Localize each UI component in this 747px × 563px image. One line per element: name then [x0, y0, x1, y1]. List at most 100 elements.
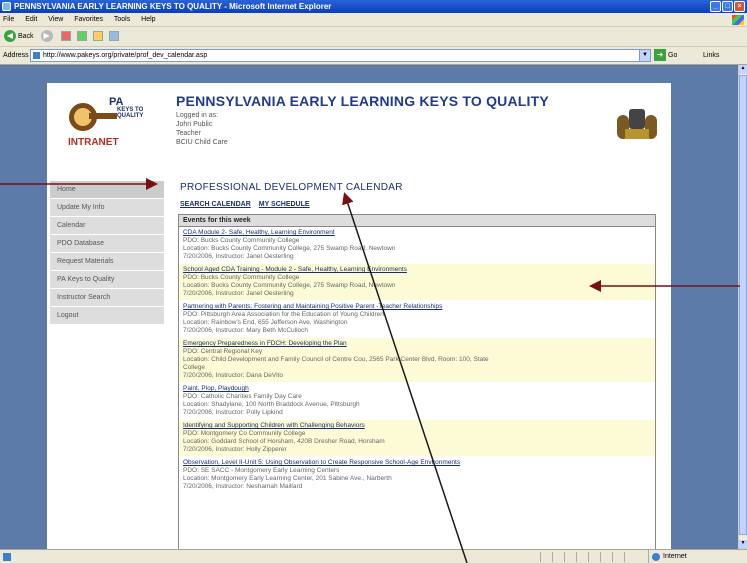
- ie-icon: [2, 2, 11, 11]
- sidebar-item-update-my-info[interactable]: Update My Info: [50, 199, 164, 217]
- page-icon: [33, 52, 40, 59]
- scroll-thumb[interactable]: [739, 75, 747, 535]
- events-header: Events for this week: [179, 215, 655, 227]
- pa-keys-logo[interactable]: PA KEYS TO QUALITY INTRANET: [65, 95, 155, 157]
- event-date: 7/20/2006, Instructor: Mary Beth McCullo…: [183, 327, 309, 334]
- events-table: Events for this week CDA Module 2- Safe,…: [178, 214, 656, 549]
- logo-intranet: INTRANET: [68, 137, 119, 148]
- close-button[interactable]: ×: [734, 1, 745, 12]
- pa-seal-icon: [615, 105, 659, 145]
- sidebar-nav: Home Update My Info Calendar PDO Databas…: [50, 181, 164, 325]
- event-item: School Aged CDA Training - Module 2 - Sa…: [179, 264, 655, 301]
- forward-button[interactable]: ▶: [40, 27, 55, 47]
- event-item: Identifying and Supporting Children with…: [179, 420, 655, 457]
- back-button[interactable]: ◀ Back: [4, 27, 34, 47]
- event-location: Location: Rainbow's End, 655 Jefferson A…: [183, 319, 348, 326]
- home-icon[interactable]: [93, 31, 104, 42]
- maximize-button[interactable]: □: [722, 1, 733, 12]
- sidebar-item-instructor-search[interactable]: Instructor Search: [50, 289, 164, 307]
- address-bar: Address http://www.pakeys.org/private/pr…: [0, 47, 747, 65]
- event-location: Location: Montgomery Early Learning Cent…: [183, 475, 392, 482]
- status-cells: [540, 552, 636, 562]
- sidebar-item-logout[interactable]: Logout: [50, 307, 164, 325]
- event-title-link[interactable]: Observation, Level II-Unit 5: Using Obse…: [183, 459, 651, 467]
- go-arrow-icon: ➜: [654, 49, 666, 62]
- calendar-links: SEARCH CALENDAR MY SCHEDULE: [180, 201, 316, 208]
- event-date: 7/20/2006, Instructor: Janet Oesterling: [183, 253, 294, 260]
- sidebar-item-request-materials[interactable]: Request Materials: [50, 253, 164, 271]
- menu-favorites[interactable]: Favorites: [74, 16, 103, 23]
- event-item: CDA Module 2- Safe, Healthy, Learning En…: [179, 227, 655, 264]
- menu-edit[interactable]: Edit: [25, 16, 37, 23]
- event-pdo: PDO: Bucks County Community College: [183, 274, 300, 281]
- page-title: PROFESSIONAL DEVELOPMENT CALENDAR: [180, 182, 403, 193]
- my-schedule-link[interactable]: MY SCHEDULE: [259, 201, 310, 208]
- menu-view[interactable]: View: [48, 16, 63, 23]
- menu-tools[interactable]: Tools: [114, 16, 130, 23]
- title-bar: PENNSYLVANIA EARLY LEARNING KEYS TO QUAL…: [0, 0, 747, 13]
- chevron-down-icon[interactable]: ▼: [639, 50, 650, 61]
- address-label: Address: [3, 52, 29, 59]
- event-title-link[interactable]: School Aged CDA Training - Module 2 - Sa…: [183, 266, 651, 274]
- event-item: Emergency Preparedness in FDCH: Developi…: [179, 338, 655, 383]
- event-date: 7/20/2006, Instructor: Neshamah Maillard: [183, 483, 303, 490]
- windows-logo-icon: [732, 15, 744, 25]
- event-item: Partnering with Parents: Fostering and M…: [179, 301, 655, 338]
- standard-toolbar: ◀ Back ▶: [0, 27, 747, 47]
- browser-window: PENNSYLVANIA EARLY LEARNING KEYS TO QUAL…: [0, 0, 747, 563]
- forward-arrow-icon: ▶: [40, 30, 53, 43]
- event-title-link[interactable]: CDA Module 2- Safe, Healthy, Learning En…: [183, 229, 651, 237]
- minimize-button[interactable]: _: [710, 1, 721, 12]
- login-info: Logged in as: John Public Teacher BCIU C…: [176, 111, 228, 147]
- site-title: PENNSYLVANIA EARLY LEARNING KEYS TO QUAL…: [176, 93, 549, 109]
- globe-icon: [652, 553, 660, 561]
- logo-keys: KEYS TO QUALITY: [117, 107, 144, 119]
- search-icon[interactable]: [109, 31, 120, 42]
- scroll-up-icon[interactable]: ▲: [739, 65, 747, 74]
- search-calendar-link[interactable]: SEARCH CALENDAR: [180, 201, 251, 208]
- window-controls: _ □ ×: [710, 1, 745, 12]
- event-date: 7/20/2006, Instructor: Polly Lipkind: [183, 409, 283, 416]
- sidebar-item-pdo-database[interactable]: PDO Database: [50, 235, 164, 253]
- stop-icon[interactable]: [61, 31, 72, 42]
- event-title-link[interactable]: Paint, Plop, Playdough: [183, 385, 651, 393]
- address-url: http://www.pakeys.org/private/prof_dev_c…: [43, 52, 208, 59]
- event-date: 7/20/2006, Instructor: Holly Zipperer: [183, 446, 287, 453]
- go-button[interactable]: ➜ Go: [654, 48, 677, 63]
- event-pdo: PDO: Bucks County Community College: [183, 237, 300, 244]
- user-org: BCIU Child Care: [176, 139, 228, 146]
- page-viewport: PA KEYS TO QUALITY INTRANET PENNSYLVANIA…: [0, 65, 738, 549]
- address-input[interactable]: http://www.pakeys.org/private/prof_dev_c…: [30, 49, 651, 62]
- event-pdo: PDO: Catholic Charities Family Day Care: [183, 393, 302, 400]
- event-pdo: PDO: Montgomery Co Community College: [183, 430, 306, 437]
- status-bar: Internet: [0, 549, 747, 563]
- sidebar-item-calendar[interactable]: Calendar: [50, 217, 164, 235]
- key-stem: [89, 113, 117, 119]
- page-done-icon: [3, 553, 11, 561]
- event-pdo: PDO: Pittsburgh Area Association for the…: [183, 311, 384, 318]
- go-label: Go: [668, 52, 678, 59]
- sidebar-item-pa-keys[interactable]: PA Keys to Quality: [50, 271, 164, 289]
- user-name: John Public: [176, 121, 213, 128]
- event-title-link[interactable]: Identifying and Supporting Children with…: [183, 422, 651, 430]
- sidebar-item-home[interactable]: Home: [50, 181, 164, 199]
- page-content: PA KEYS TO QUALITY INTRANET PENNSYLVANIA…: [47, 83, 671, 549]
- event-location: Location: Bucks County Community College…: [183, 245, 396, 252]
- menu-file[interactable]: File: [3, 16, 14, 23]
- menu-help[interactable]: Help: [141, 16, 155, 23]
- refresh-icon[interactable]: [77, 31, 88, 42]
- login-label: Logged in as:: [176, 112, 219, 119]
- event-title-link[interactable]: Partnering with Parents: Fostering and M…: [183, 303, 651, 311]
- menu-bar: File Edit View Favorites Tools Help: [0, 13, 747, 27]
- event-date: 7/20/2006, Instructor: Dana DeVito: [183, 372, 283, 379]
- links-button[interactable]: Links: [703, 47, 719, 65]
- event-location: Location: Child Development and Family C…: [183, 356, 489, 363]
- event-location-cont: College: [183, 364, 206, 371]
- event-item: Paint, Plop, Playdough PDO: Catholic Cha…: [179, 383, 655, 420]
- window-title: PENNSYLVANIA EARLY LEARNING KEYS TO QUAL…: [14, 2, 332, 11]
- event-title-link[interactable]: Emergency Preparedness in FDCH: Developi…: [183, 340, 651, 348]
- back-label: Back: [18, 33, 34, 40]
- vertical-scrollbar[interactable]: ▲ ▼: [738, 65, 747, 549]
- scroll-down-icon[interactable]: ▼: [739, 540, 747, 549]
- event-item: Observation, Level II-Unit 5: Using Obse…: [179, 457, 655, 494]
